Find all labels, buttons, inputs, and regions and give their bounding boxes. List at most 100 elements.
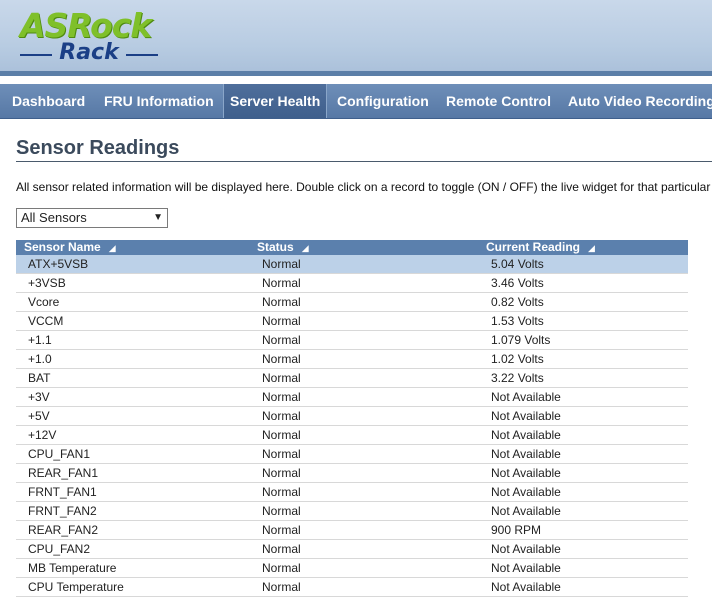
sort-icon: ◢	[301, 243, 309, 253]
sensor-name: REAR_FAN2	[28, 523, 99, 537]
sensor-name: +12V	[28, 428, 57, 442]
sensor-name: FRNT_FAN1	[28, 485, 97, 499]
table-row[interactable]: ATX+5VSB Normal 5.04 Volts	[16, 255, 688, 274]
sensor-reading: 3.46 Volts	[491, 276, 544, 290]
sensor-name: CPU_FAN2	[28, 542, 91, 556]
table-row[interactable]: +5V Normal Not Available	[16, 407, 688, 426]
table-row[interactable]: +1.0 Normal 1.02 Volts	[16, 350, 688, 369]
sensor-status: Normal	[262, 542, 301, 556]
column-header-sensor-name[interactable]: Sensor Name ◢	[24, 240, 116, 256]
table-row[interactable]: BAT Normal 3.22 Volts	[16, 369, 688, 388]
sensor-status: Normal	[262, 523, 301, 537]
table-row[interactable]: CPU Temperature Normal Not Available	[16, 578, 688, 597]
nav-configuration[interactable]: Configuration	[337, 84, 429, 118]
main-nav: Dashboard FRU Information Server Health …	[0, 84, 712, 119]
sensor-name: VCCM	[28, 314, 64, 328]
sensor-status: Normal	[262, 314, 301, 328]
dropdown-arrow-icon: ▼	[153, 212, 163, 223]
table-header: Sensor Name ◢ Status ◢ Current Reading ◢	[16, 240, 688, 255]
sensor-name: MB Temperature	[28, 561, 117, 575]
table-row[interactable]: +3V Normal Not Available	[16, 388, 688, 407]
logo-divider-right	[126, 54, 158, 56]
sensor-reading: Not Available	[491, 542, 561, 556]
logo-text-bottom: Rack	[59, 40, 119, 65]
sensor-table: Sensor Name ◢ Status ◢ Current Reading ◢ AT…	[16, 240, 688, 597]
sensor-status: Normal	[262, 580, 301, 594]
sort-icon: ◢	[588, 243, 595, 253]
asrock-rack-logo: ASRock Rack	[20, 8, 160, 68]
sensor-status: Normal	[262, 371, 301, 385]
sensor-reading: Not Available	[491, 504, 561, 518]
table-row[interactable]: FRNT_FAN1 Normal Not Available	[16, 483, 688, 502]
sensor-status: Normal	[262, 561, 301, 575]
sensor-status: Normal	[262, 428, 301, 442]
sensor-reading: Not Available	[491, 466, 561, 480]
sensor-status: Normal	[262, 447, 301, 461]
table-row[interactable]: FRNT_FAN2 Normal Not Available	[16, 502, 688, 521]
sensor-filter-value: All Sensors	[21, 210, 87, 225]
sensor-reading: Not Available	[491, 390, 561, 404]
sensor-name: REAR_FAN1	[28, 466, 99, 480]
sensor-reading: Not Available	[491, 561, 561, 575]
sensor-status: Normal	[262, 409, 301, 423]
sensor-name: Vcore	[28, 295, 60, 309]
sensor-status: Normal	[262, 257, 301, 271]
sort-icon: ◢	[108, 243, 116, 253]
logo-rack-line: Rack	[20, 40, 158, 65]
table-row[interactable]: CPU_FAN1 Normal Not Available	[16, 445, 688, 464]
table-row[interactable]: +3VSB Normal 3.46 Volts	[16, 274, 688, 293]
table-row[interactable]: VCCM Normal 1.53 Volts	[16, 312, 688, 331]
sensor-status: Normal	[262, 352, 301, 366]
column-header-status[interactable]: Status ◢	[257, 240, 309, 256]
nav-remote-control[interactable]: Remote Control	[446, 84, 551, 118]
sensor-reading: 1.079 Volts	[491, 333, 551, 347]
header-banner: ASRock Rack	[0, 0, 712, 76]
table-row[interactable]: +1.1 Normal 1.079 Volts	[16, 331, 688, 350]
sensor-reading: Not Available	[491, 447, 561, 461]
sensor-reading: 1.02 Volts	[491, 352, 544, 366]
title-divider	[16, 161, 712, 162]
page-description: All sensor related information will be d…	[16, 180, 711, 194]
table-row[interactable]: REAR_FAN1 Normal Not Available	[16, 464, 688, 483]
nav-auto-video-recording[interactable]: Auto Video Recording	[568, 84, 712, 118]
table-row[interactable]: Vcore Normal 0.82 Volts	[16, 293, 688, 312]
sensor-name: +1.1	[28, 333, 52, 347]
sensor-reading: 3.22 Volts	[491, 371, 544, 385]
page-title: Sensor Readings	[16, 137, 180, 159]
sensor-reading: 1.53 Volts	[491, 314, 544, 328]
sensor-filter-select[interactable]: All Sensors ▼	[16, 208, 168, 228]
sensor-reading: 5.04 Volts	[491, 257, 544, 271]
sensor-name: +3V	[28, 390, 50, 404]
table-row[interactable]: REAR_FAN2 Normal 900 RPM	[16, 521, 688, 540]
nav-fru-information[interactable]: FRU Information	[104, 84, 214, 118]
sensor-name: BAT	[28, 371, 51, 385]
sensor-status: Normal	[262, 390, 301, 404]
sensor-reading: 0.82 Volts	[491, 295, 544, 309]
sensor-name: ATX+5VSB	[28, 257, 89, 271]
sensor-reading: Not Available	[491, 409, 561, 423]
table-row[interactable]: MB Temperature Normal Not Available	[16, 559, 688, 578]
sensor-reading: Not Available	[491, 485, 561, 499]
sensor-status: Normal	[262, 276, 301, 290]
nav-dashboard[interactable]: Dashboard	[12, 84, 85, 118]
sensor-reading: Not Available	[491, 580, 561, 594]
sensor-name: FRNT_FAN2	[28, 504, 97, 518]
sensor-status: Normal	[262, 333, 301, 347]
sensor-reading: Not Available	[491, 428, 561, 442]
header-stripe	[0, 71, 712, 76]
table-row[interactable]: +12V Normal Not Available	[16, 426, 688, 445]
sensor-name: +1.0	[28, 352, 52, 366]
logo-text-top: ASRock	[20, 6, 152, 45]
sensor-status: Normal	[262, 485, 301, 499]
nav-server-health[interactable]: Server Health	[223, 84, 328, 118]
sensor-status: Normal	[262, 295, 301, 309]
logo-divider-left	[20, 54, 52, 56]
column-header-current-reading[interactable]: Current Reading ◢	[486, 240, 595, 256]
table-row[interactable]: CPU_FAN2 Normal Not Available	[16, 540, 688, 559]
sensor-status: Normal	[262, 466, 301, 480]
sensor-status: Normal	[262, 504, 301, 518]
sensor-name: CPU Temperature	[28, 580, 124, 594]
sensor-name: +5V	[28, 409, 50, 423]
sensor-reading: 900 RPM	[491, 523, 542, 537]
sensor-name: CPU_FAN1	[28, 447, 91, 461]
